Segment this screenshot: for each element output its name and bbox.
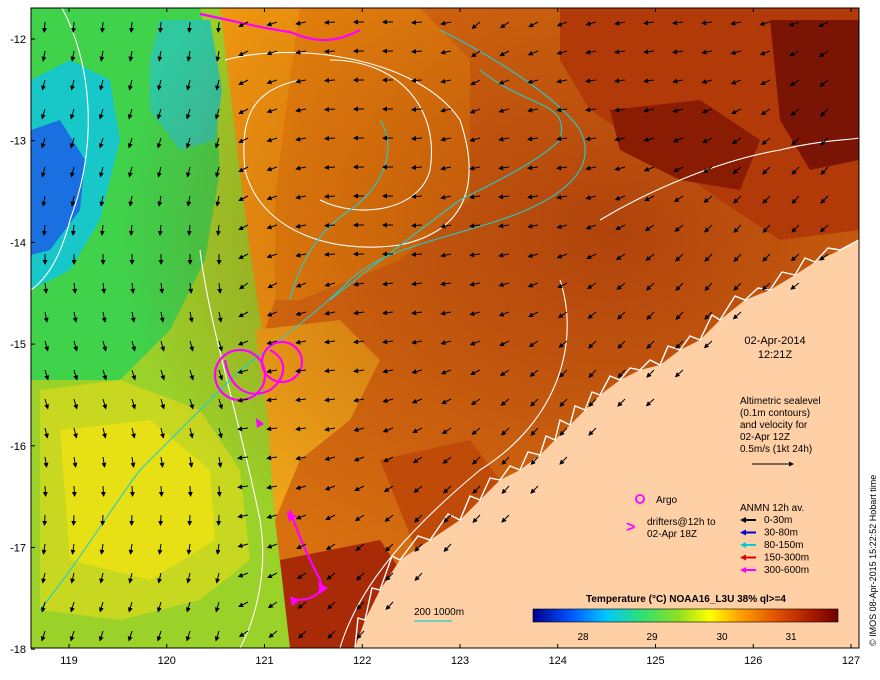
y-tick-label: -14 xyxy=(10,237,26,249)
velocity-arrow-icon xyxy=(324,251,336,257)
y-tick-label: -13 xyxy=(10,136,26,148)
velocity-arrow-icon xyxy=(324,193,336,199)
x-tick-label: 121 xyxy=(255,655,273,667)
velocity-arrow-icon xyxy=(324,106,336,112)
x-tick-label: 125 xyxy=(646,655,664,667)
colorbar-tick: 30 xyxy=(716,632,728,643)
velocity-arrow-icon xyxy=(216,514,222,526)
anmn-item-label: 150-300m xyxy=(764,553,809,564)
velocity-arrow-icon xyxy=(129,485,135,497)
y-tick-label: -16 xyxy=(10,441,26,453)
anmn-title: ANMN 12h av. xyxy=(740,503,804,514)
y-tick-label: -17 xyxy=(10,543,26,555)
velocity-arrow-icon xyxy=(324,19,336,25)
altimetry-line-2: (0.1m contours) xyxy=(740,408,810,419)
velocity-arrow-icon xyxy=(187,485,193,497)
argo-label: Argo xyxy=(656,495,678,506)
drifter-icon: > xyxy=(626,519,635,536)
velocity-arrow-icon xyxy=(42,485,48,497)
velocity-arrow-icon xyxy=(324,77,336,83)
x-tick-label: 123 xyxy=(451,655,469,667)
anmn-item-label: 0-30m xyxy=(764,515,792,526)
credit-text: © IMOS 08-Apr-2015 15:22:52 Hobart time xyxy=(868,475,878,646)
sst-map: 119 120 121 122 123 124 125 126 127 -12 -13 -14 -15… xyxy=(10,7,878,667)
altimetry-line-3: and velocity for xyxy=(740,420,808,431)
velocity-arrow-icon xyxy=(100,485,106,497)
velocity-arrow-icon xyxy=(100,514,106,526)
y-tick-label: -15 xyxy=(10,339,26,351)
drifters-line-1: drifters@12h to xyxy=(647,517,716,528)
velocity-arrow-icon xyxy=(324,135,336,141)
velocity-arrow-icon xyxy=(71,485,77,497)
velocity-arrow-icon xyxy=(324,164,336,170)
altimetry-line-5: 0.5m/s (1kt 24h) xyxy=(740,444,812,455)
colorbar-tick: 29 xyxy=(646,632,658,643)
anmn-item-label: 80-150m xyxy=(764,540,803,551)
velocity-arrow-icon xyxy=(129,514,135,526)
velocity-arrow-icon xyxy=(42,514,48,526)
velocity-arrow-icon xyxy=(158,485,164,497)
colorbar-gradient xyxy=(532,608,839,623)
velocity-arrow-icon xyxy=(324,222,336,228)
x-tick-label: 122 xyxy=(353,655,371,667)
map-date: 02-Apr-2014 xyxy=(744,335,805,347)
colorbar-tick: 28 xyxy=(577,632,589,643)
altimetry-line-1: Altimetric sealevel xyxy=(740,396,821,407)
drifters-line-2: 02-Apr 18Z xyxy=(647,529,697,540)
velocity-arrow-icon xyxy=(187,514,193,526)
velocity-arrow-icon xyxy=(71,514,77,526)
isobath-label: 200 1000m xyxy=(414,607,464,618)
y-tick-label: -18 xyxy=(10,644,26,656)
velocity-arrow-icon xyxy=(158,514,164,526)
x-tick-label: 119 xyxy=(60,655,78,667)
altimetry-line-4: 02-Apr 12Z xyxy=(740,432,790,443)
map-plot-area xyxy=(30,7,860,649)
y-tick-label: -12 xyxy=(10,34,26,46)
velocity-arrow-icon xyxy=(216,485,222,497)
x-tick-label: 127 xyxy=(842,655,860,667)
velocity-arrow-icon xyxy=(324,48,336,54)
map-time: 12:21Z xyxy=(758,349,793,361)
x-tick-label: 124 xyxy=(549,655,567,667)
anmn-item-label: 300-600m xyxy=(764,565,809,576)
x-tick-label: 120 xyxy=(158,655,176,667)
colorbar-title: Temperature (°C) NOAA16_L3U 38% ql>=4 xyxy=(586,594,786,605)
anmn-item-label: 30-80m xyxy=(764,528,798,539)
colorbar-tick: 31 xyxy=(785,632,797,643)
x-tick-label: 126 xyxy=(744,655,762,667)
